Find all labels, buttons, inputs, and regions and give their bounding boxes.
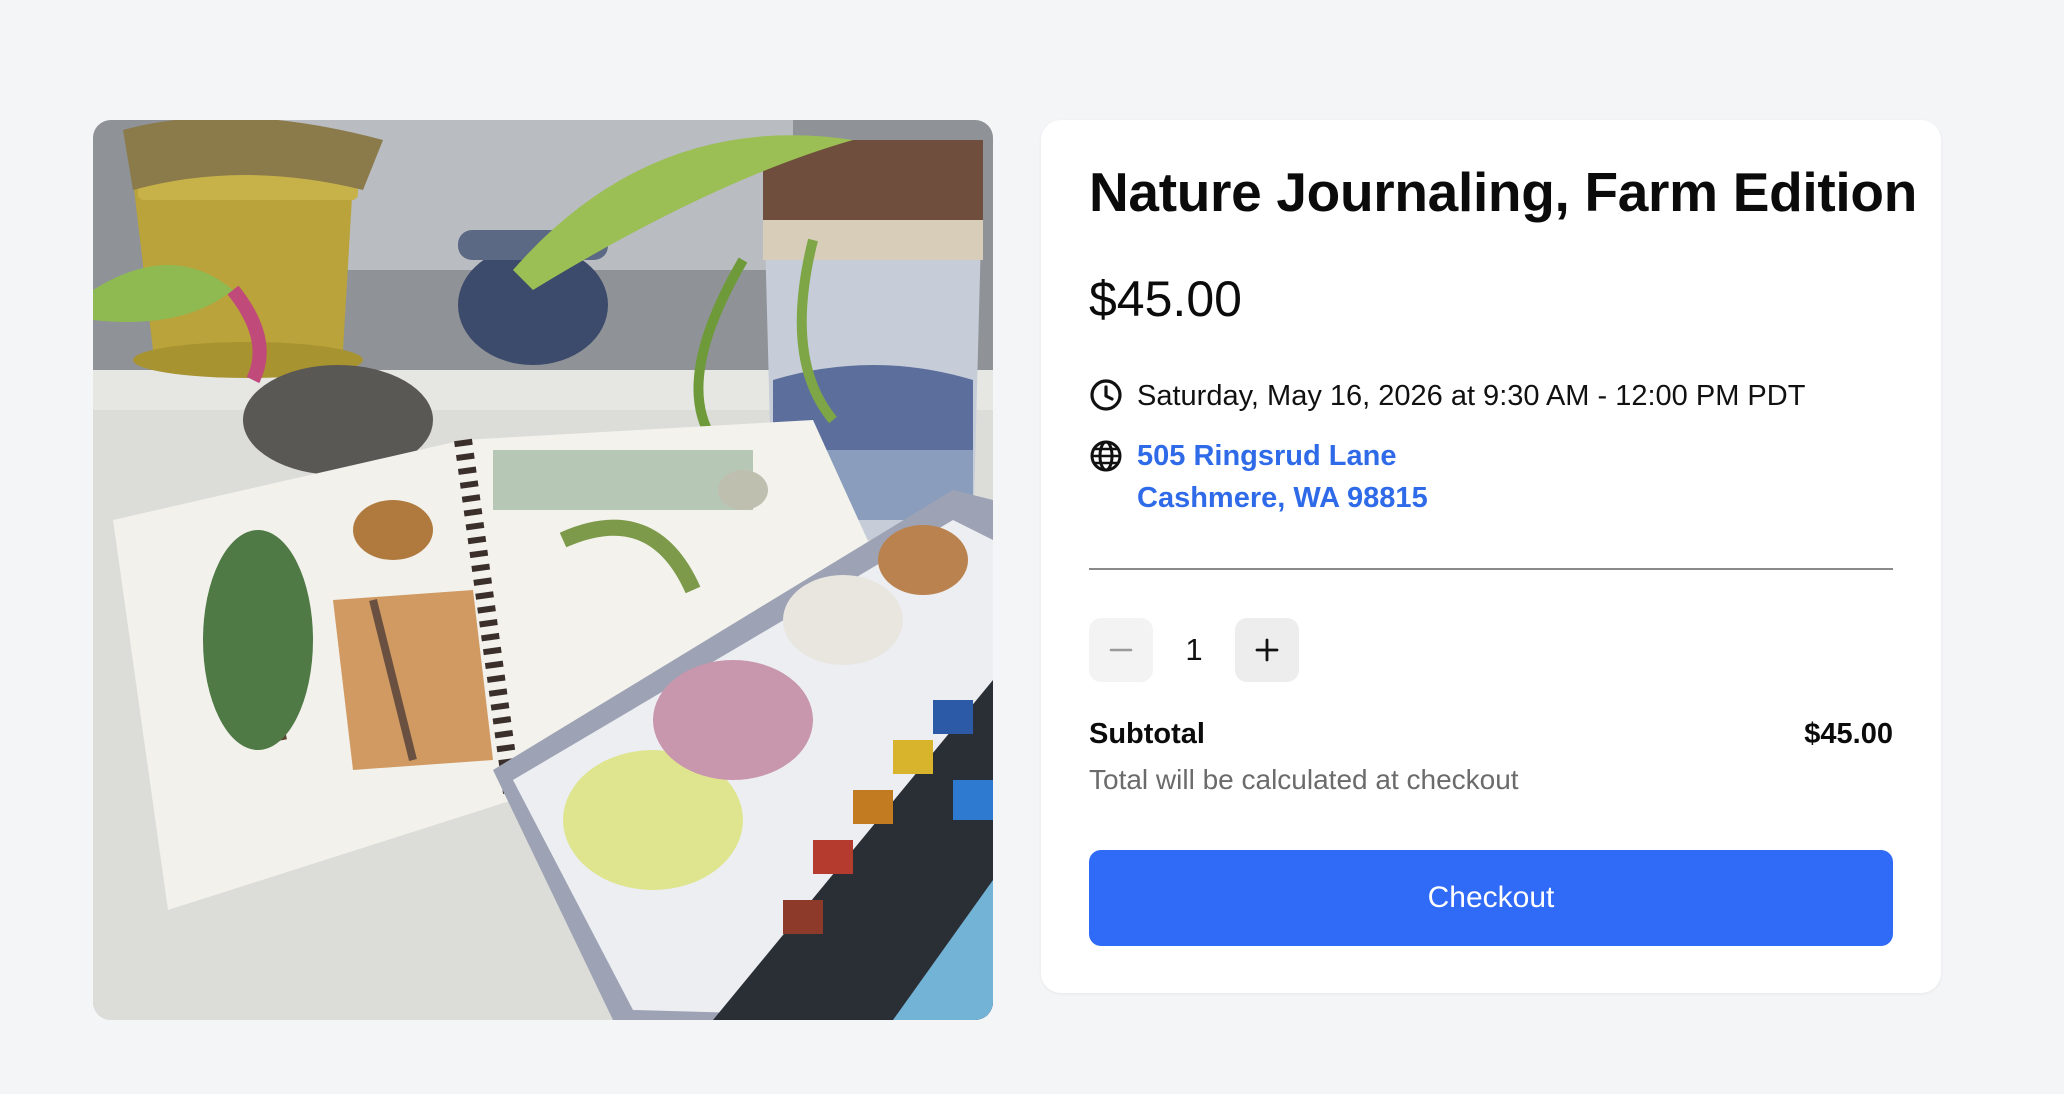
globe-icon <box>1090 440 1122 472</box>
address-line-1[interactable]: 505 Ringsrud Lane <box>1137 435 1428 477</box>
event-location-row: 505 Ringsrud Lane Cashmere, WA 98815 <box>1089 435 1428 519</box>
divider <box>1089 568 1893 570</box>
checkout-note: Total will be calculated at checkout <box>1089 764 1519 795</box>
clock-icon <box>1090 379 1122 411</box>
product-title: Nature Journaling, Farm Edition <box>1089 161 1918 223</box>
quantity-stepper: 1 <box>1089 618 1299 682</box>
decrease-quantity-button[interactable] <box>1089 618 1153 682</box>
event-address[interactable]: 505 Ringsrud Lane Cashmere, WA 98815 <box>1137 435 1428 519</box>
subtotal-value: $45.00 <box>1804 718 1893 750</box>
product-photo <box>93 120 993 1020</box>
plus-icon <box>1255 638 1279 662</box>
event-datetime: Saturday, May 16, 2026 at 9:30 AM - 12:0… <box>1137 380 1806 412</box>
product-card: Nature Journaling, Farm Edition $45.00 S… <box>1041 120 1941 993</box>
increase-quantity-button[interactable] <box>1235 618 1299 682</box>
address-line-2[interactable]: Cashmere, WA 98815 <box>1137 477 1428 519</box>
minus-icon <box>1109 648 1133 652</box>
checkout-button[interactable]: Checkout <box>1089 850 1893 946</box>
event-datetime-row: Saturday, May 16, 2026 at 9:30 AM - 12:0… <box>1089 378 1805 414</box>
subtotal-label: Subtotal <box>1089 718 1205 750</box>
product-price: $45.00 <box>1089 271 1242 327</box>
quantity-value: 1 <box>1185 632 1203 667</box>
product-image <box>93 120 993 1020</box>
